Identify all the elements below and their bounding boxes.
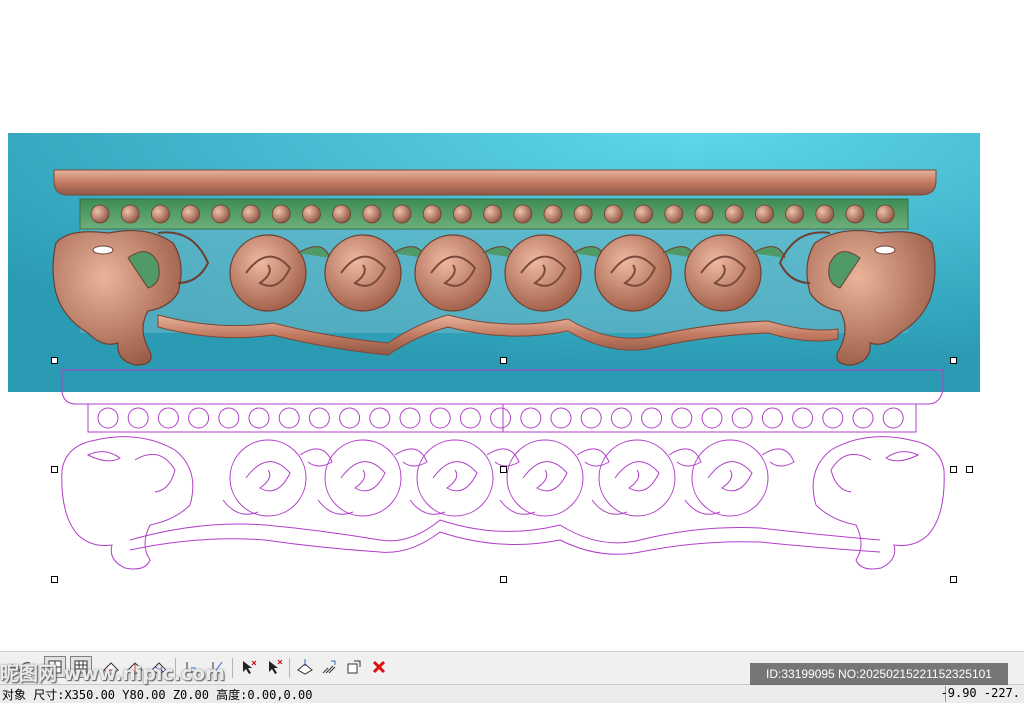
outline-leaf	[394, 448, 428, 467]
outline-leaf	[576, 448, 610, 467]
status-bar: 对象 尺寸:X350.00 Y80.00 Z0.00 高度:0.00,0.00 …	[0, 684, 1024, 703]
outline-bead	[520, 407, 542, 429]
outline-bead	[852, 407, 874, 429]
selection-handle[interactable]	[950, 466, 957, 473]
outline-bead	[701, 407, 723, 429]
cursor-coordinates: -9.90 -227.	[940, 686, 1020, 700]
outline-scroll	[229, 439, 307, 517]
selection-handle[interactable]	[500, 357, 507, 364]
outline-leaf	[409, 499, 446, 515]
toolbar-separator	[289, 658, 290, 678]
outline-scroll	[598, 439, 676, 517]
outline-bead	[459, 407, 481, 429]
outline-scroll	[691, 439, 769, 517]
selection-handle[interactable]	[51, 466, 58, 473]
selection-handle[interactable]	[500, 466, 507, 473]
outline-bead	[339, 407, 361, 429]
outline-bead	[399, 407, 421, 429]
outline-leaf	[486, 448, 520, 467]
outline-scroll	[416, 439, 494, 517]
outline-bead	[671, 407, 693, 429]
outline-bead	[157, 407, 179, 429]
outline-bead	[550, 407, 572, 429]
outline-bead	[97, 407, 119, 429]
outline-leaf	[684, 499, 721, 515]
scale-icon[interactable]	[343, 656, 365, 678]
delete-node-icon[interactable]	[264, 656, 286, 678]
selection-handle[interactable]	[966, 466, 973, 473]
outline-leaf	[591, 499, 628, 515]
selection-handle[interactable]	[51, 576, 58, 583]
outline-scroll-curl	[522, 461, 568, 492]
outline-leaf	[317, 499, 354, 515]
selection-handle[interactable]	[51, 357, 58, 364]
outline-bead	[308, 407, 330, 429]
outline-bead	[641, 407, 663, 429]
outline-bead	[822, 407, 844, 429]
outline-bead	[278, 407, 300, 429]
outline-leaf	[499, 499, 536, 515]
outline-bead	[490, 407, 512, 429]
outline-scroll-curl	[245, 461, 291, 492]
outline-bead	[580, 407, 602, 429]
toolbar-separator	[232, 658, 233, 678]
outline-scroll	[506, 439, 584, 517]
outline-scroll-curl	[614, 461, 660, 492]
outline-bead	[792, 407, 814, 429]
outline-scroll-curl	[707, 461, 753, 492]
outline-bead	[761, 407, 783, 429]
outline-bead	[731, 407, 753, 429]
close-icon[interactable]	[368, 656, 390, 678]
outline-scroll-curl	[340, 461, 386, 492]
outline-bead	[188, 407, 210, 429]
transform-icon[interactable]	[294, 656, 316, 678]
site-watermark: 昵图网 www.nipic.com	[0, 663, 226, 685]
outline-bead	[248, 407, 270, 429]
image-id-badge: ID:33199095 NO:20250215221152325101	[750, 663, 1008, 685]
carved-elephant-frieze-vector-outline[interactable]	[0, 0, 1024, 640]
design-canvas[interactable]	[0, 0, 1024, 640]
outline-leaf	[668, 448, 702, 467]
outline-leaf	[761, 448, 795, 467]
outline-bead	[127, 407, 149, 429]
selection-handle[interactable]	[950, 576, 957, 583]
outline-scroll	[324, 439, 402, 517]
magnet-icon[interactable]	[318, 656, 340, 678]
outline-bead	[369, 407, 391, 429]
outline-leaf	[222, 499, 259, 515]
outline-leaf	[299, 448, 333, 467]
pick-node-icon[interactable]	[238, 656, 260, 678]
selection-handle[interactable]	[500, 576, 507, 583]
outline-bead	[882, 407, 904, 429]
selection-handle[interactable]	[950, 357, 957, 364]
object-size-readout: 对象 尺寸:X350.00 Y80.00 Z0.00 高度:0.00,0.00	[2, 688, 313, 702]
outline-scroll-curl	[432, 461, 478, 492]
outline-bead	[429, 407, 451, 429]
outline-bead	[218, 407, 240, 429]
outline-bead	[610, 407, 632, 429]
